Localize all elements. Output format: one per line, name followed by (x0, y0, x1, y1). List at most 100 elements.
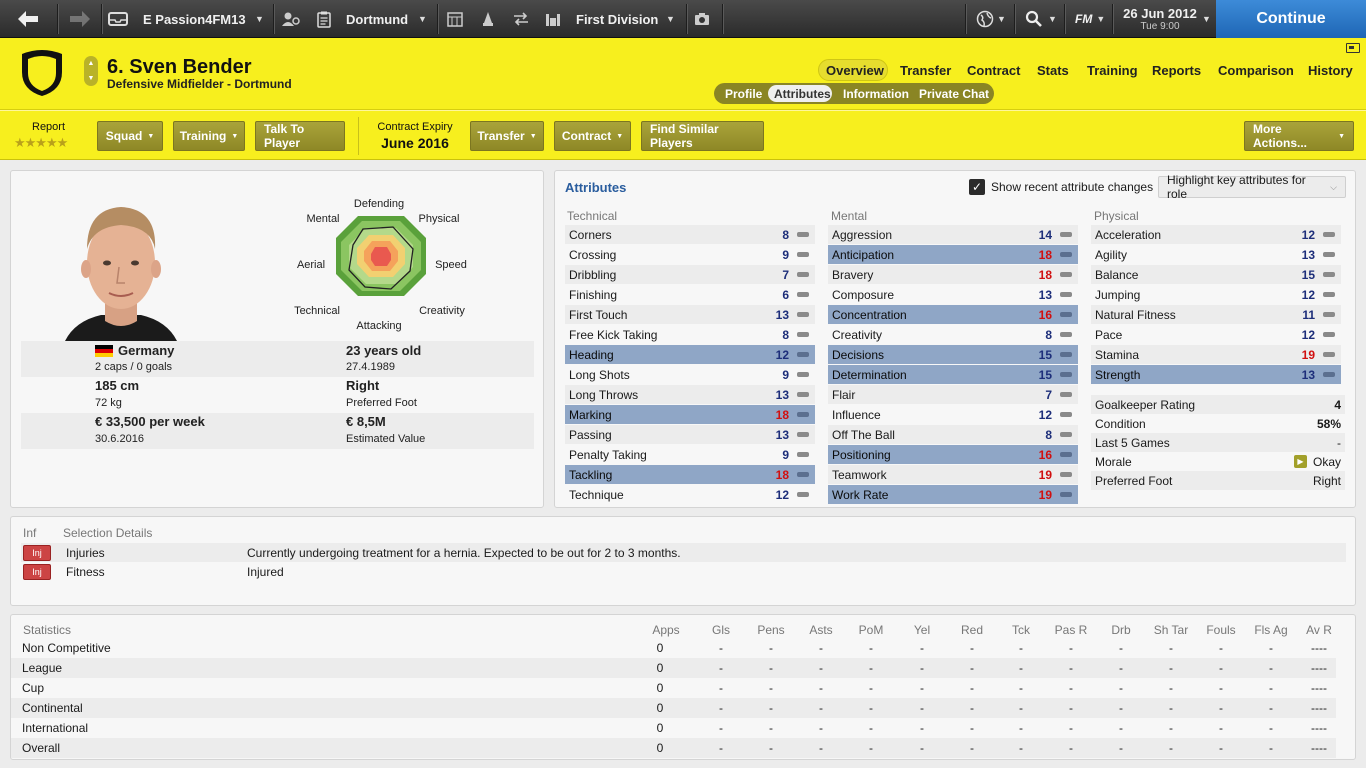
stadium-icon[interactable] (545, 0, 561, 38)
chevron-down-icon[interactable]: ▼ (88, 75, 95, 82)
competition-menu[interactable]: First Division (576, 0, 658, 38)
attribute-row[interactable]: Heading 12 (565, 345, 815, 364)
world-globe-icon[interactable]: ▼ (976, 0, 1006, 38)
attribute-row[interactable]: Work Rate 19 (828, 485, 1078, 504)
scout-icon[interactable] (282, 0, 300, 38)
statistics-column-header[interactable]: Tck (1001, 623, 1041, 637)
attribute-row[interactable]: Strength 13 (1091, 365, 1341, 384)
continue-button[interactable]: Continue (1216, 0, 1366, 38)
training-button[interactable]: Training ▼ (173, 121, 245, 151)
tab-overview[interactable]: Overview (826, 63, 884, 78)
statistics-column-header[interactable]: Fls Ag (1251, 623, 1291, 637)
attribute-row[interactable]: Stamina 19 (1091, 345, 1341, 364)
checkbox-checked-icon[interactable]: ✓ (969, 179, 985, 195)
subtab-attributes[interactable]: Attributes (774, 87, 831, 101)
attribute-row[interactable]: Penalty Taking 9 (565, 445, 815, 464)
attribute-row[interactable]: Concentration 16 (828, 305, 1078, 324)
attribute-row[interactable]: Aggression 14 (828, 225, 1078, 244)
attribute-row[interactable]: Marking 18 (565, 405, 815, 424)
manager-menu[interactable]: E Passion4FM13 (143, 0, 246, 38)
attribute-row[interactable]: Natural Fitness 11 (1091, 305, 1341, 324)
attribute-row[interactable]: Passing 13 (565, 425, 815, 444)
attribute-row[interactable]: Anticipation 18 (828, 245, 1078, 264)
attribute-row[interactable]: Influence 12 (828, 405, 1078, 424)
statistics-column-header[interactable]: Drb (1101, 623, 1141, 637)
attribute-row[interactable]: Decisions 15 (828, 345, 1078, 364)
trophy-icon[interactable] (480, 0, 496, 38)
subtab-profile[interactable]: Profile (725, 87, 762, 101)
attribute-row[interactable]: Long Throws 13 (565, 385, 815, 404)
attribute-row[interactable]: Finishing 6 (565, 285, 815, 304)
statistics-column-header[interactable]: PoM (851, 623, 891, 637)
talk-to-player-button[interactable]: Talk To Player (255, 121, 345, 151)
club-menu[interactable]: Dortmund (346, 0, 408, 38)
attribute-row[interactable]: Creativity 8 (828, 325, 1078, 344)
contract-button[interactable]: Contract ▼ (554, 121, 631, 151)
statistics-column-header[interactable]: Fouls (1201, 623, 1241, 637)
subtab-private-chat[interactable]: Private Chat (919, 87, 989, 101)
statistics-column-header[interactable]: Av R (1299, 623, 1339, 637)
show-changes-toggle[interactable]: ✓ Show recent attribute changes (969, 179, 1153, 195)
attribute-row[interactable]: Pace 12 (1091, 325, 1341, 344)
attribute-row[interactable]: First Touch 13 (565, 305, 815, 324)
attribute-row[interactable]: Composure 13 (828, 285, 1078, 304)
tab-transfer[interactable]: Transfer (900, 63, 951, 78)
transfer-arrows-icon[interactable] (512, 0, 530, 38)
attribute-row[interactable]: Acceleration 12 (1091, 225, 1341, 244)
attribute-row[interactable]: Tackling 18 (565, 465, 815, 484)
attribute-row[interactable]: Bravery 18 (828, 265, 1078, 284)
camera-icon[interactable] (694, 0, 710, 38)
tab-stats[interactable]: Stats (1037, 63, 1069, 78)
clipboard-icon[interactable] (317, 0, 331, 38)
more-actions-button[interactable]: More Actions... ▼ (1244, 121, 1354, 151)
screen-toggle-icon[interactable] (1346, 43, 1360, 53)
statistics-column-header[interactable]: Asts (801, 623, 841, 637)
date-dropdown[interactable]: ▼ (1202, 0, 1211, 38)
attribute-row[interactable]: Off The Ball 8 (828, 425, 1078, 444)
squad-button[interactable]: Squad ▼ (97, 121, 163, 151)
attribute-row[interactable]: Balance 15 (1091, 265, 1341, 284)
find-similar-players-button[interactable]: Find Similar Players (641, 121, 764, 151)
highlight-role-dropdown[interactable]: Highlight key attributes for role ⌵ (1158, 173, 1346, 201)
chevron-up-icon[interactable]: ▲ (88, 60, 95, 67)
attribute-row[interactable]: Determination 15 (828, 365, 1078, 384)
attribute-row[interactable]: Flair 7 (828, 385, 1078, 404)
attribute-row[interactable]: Free Kick Taking 8 (565, 325, 815, 344)
tab-history[interactable]: History (1308, 63, 1353, 78)
manager-dropdown[interactable]: ▼ (255, 0, 264, 38)
statistics-column-header[interactable]: Gls (701, 623, 741, 637)
attribute-row[interactable]: Teamwork 19 (828, 465, 1078, 484)
back-button[interactable] (0, 0, 56, 38)
statistics-column-header[interactable]: Red (952, 623, 992, 637)
forward-button[interactable] (60, 0, 100, 38)
attribute-row[interactable]: Technique 12 (565, 485, 815, 504)
tab-comparison[interactable]: Comparison (1218, 63, 1294, 78)
attribute-row[interactable]: Jumping 12 (1091, 285, 1341, 304)
club-dropdown[interactable]: ▼ (418, 0, 427, 38)
statistics-cell: 0 (656, 681, 664, 695)
statistics-column-header[interactable]: Yel (902, 623, 942, 637)
attribute-row[interactable]: Agility 13 (1091, 245, 1341, 264)
tab-training[interactable]: Training (1087, 63, 1138, 78)
statistics-column-header[interactable]: Sh Tar (1151, 623, 1191, 637)
inbox-icon[interactable] (108, 0, 128, 38)
search-icon[interactable]: ▼ (1025, 0, 1057, 38)
attribute-row[interactable]: Long Shots 9 (565, 365, 815, 384)
condition-value: - (1337, 435, 1341, 450)
attribute-row[interactable]: Dribbling 7 (565, 265, 815, 284)
report-star-rating[interactable]: ★★★★★ (14, 135, 68, 151)
fm-menu[interactable]: FM ▼ (1075, 0, 1105, 38)
subtab-information[interactable]: Information (843, 87, 909, 101)
statistics-column-header[interactable]: Apps (646, 623, 686, 637)
tab-reports[interactable]: Reports (1152, 63, 1201, 78)
attribute-row[interactable]: Corners 8 (565, 225, 815, 244)
competition-dropdown[interactable]: ▼ (666, 0, 675, 38)
tab-contract[interactable]: Contract (967, 63, 1020, 78)
statistics-column-header[interactable]: Pens (751, 623, 791, 637)
statistics-column-header[interactable]: Pas R (1051, 623, 1091, 637)
player-switcher[interactable]: ▲ ▼ (84, 56, 98, 86)
calendar-icon[interactable] (447, 0, 463, 38)
attribute-row[interactable]: Positioning 16 (828, 445, 1078, 464)
transfer-button[interactable]: Transfer ▼ (470, 121, 544, 151)
attribute-row[interactable]: Crossing 9 (565, 245, 815, 264)
